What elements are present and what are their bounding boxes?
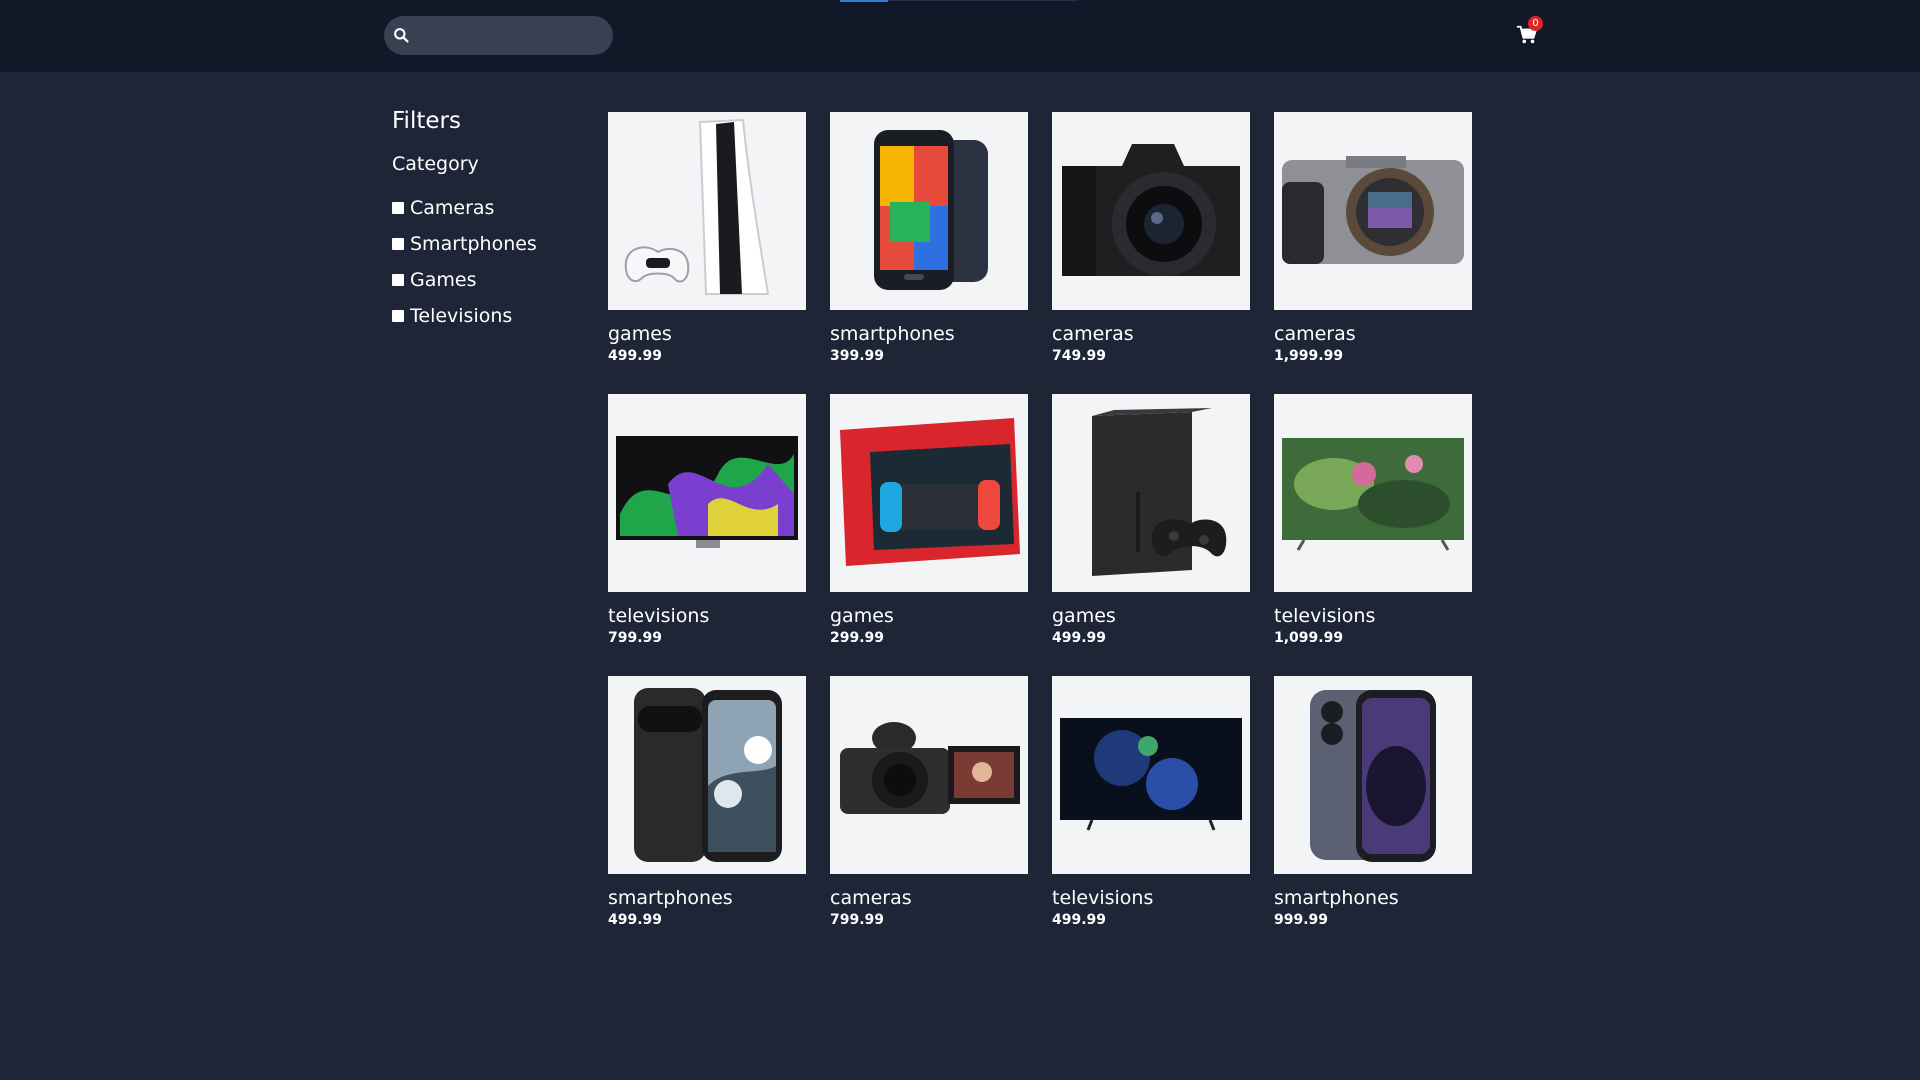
product-image[interactable] [1052,394,1250,592]
product-price: 1,099.99 [1274,630,1344,646]
product-category: cameras [1052,323,1134,345]
filter-games[interactable]: Games [392,262,592,298]
filter-checkbox[interactable] [392,274,404,286]
product-category: televisions [1052,887,1154,909]
product-card[interactable]: televisions 1,099.99 [1274,394,1472,676]
product-price: 999.99 [1274,912,1329,928]
category-filter-list: Cameras Smartphones Games Televisions [392,190,592,334]
filter-label: Games [410,269,477,291]
active-tab-indicator [840,0,888,2]
product-category: smartphones [1274,887,1399,909]
product-grid: games 499.99 smartphones 399.99 cameras … [608,112,1472,958]
product-image[interactable] [830,394,1028,592]
product-card[interactable]: smartphones 999.99 [1274,676,1472,958]
product-price: 499.99 [608,348,663,364]
product-category: games [1052,605,1116,627]
uhd-tv-icon [1282,438,1464,551]
category-title: Category [392,153,479,175]
product-category: televisions [608,605,710,627]
product-category: games [830,605,894,627]
filter-checkbox[interactable] [392,202,404,214]
product-category: cameras [1274,323,1356,345]
tab-track [888,0,1078,1]
product-price: 499.99 [608,912,663,928]
filter-label: Smartphones [410,233,537,255]
filter-label: Televisions [410,305,513,327]
product-card[interactable]: televisions 499.99 [1052,676,1250,958]
product-card[interactable]: games 499.99 [608,112,806,394]
filter-checkbox[interactable] [392,238,404,250]
product-image[interactable] [1052,112,1250,310]
product-price: 799.99 [830,912,885,928]
product-image[interactable] [1274,394,1472,592]
product-price: 399.99 [830,348,885,364]
console-black-icon [1092,408,1227,576]
product-price: 299.99 [830,630,885,646]
product-card[interactable]: cameras 799.99 [830,676,1028,958]
product-price: 499.99 [1052,912,1107,928]
handheld-console-icon [840,418,1020,566]
product-category: cameras [830,887,912,909]
product-category: smartphones [830,323,955,345]
filter-label: Cameras [410,197,495,219]
product-card[interactable]: televisions 799.99 [608,394,806,676]
product-image[interactable] [608,676,806,874]
product-card[interactable]: cameras 749.99 [1052,112,1250,394]
product-category: smartphones [608,887,733,909]
filters-panel: Filters Category Cameras Smartphones Gam… [392,104,592,334]
vlog-camera-icon [840,722,1020,814]
product-category: games [608,323,672,345]
filters-title: Filters [392,108,461,134]
smartphone-icon [874,130,988,290]
top-navbar: 0 [0,0,1920,72]
console-white-icon [624,118,770,295]
filter-checkbox[interactable] [392,310,404,322]
search-icon [394,28,409,43]
product-card[interactable]: smartphones 499.99 [608,676,806,958]
product-image[interactable] [830,676,1028,874]
product-image[interactable] [608,112,806,310]
product-price: 799.99 [608,630,663,646]
product-price: 499.99 [1052,630,1107,646]
product-image[interactable] [1274,112,1472,310]
product-card[interactable]: cameras 1,999.99 [1274,112,1472,394]
product-card[interactable]: smartphones 399.99 [830,112,1028,394]
search-bar[interactable] [384,16,613,55]
search-input[interactable] [418,16,608,55]
product-card[interactable]: games 499.99 [1052,394,1250,676]
product-price: 749.99 [1052,348,1107,364]
product-image[interactable] [1052,676,1250,874]
mirrorless-camera-icon [1282,156,1464,264]
product-price: 1,999.99 [1274,348,1344,364]
product-category: televisions [1274,605,1376,627]
product-image[interactable] [608,394,806,592]
product-card[interactable]: games 299.99 [830,394,1028,676]
filter-televisions[interactable]: Televisions [392,298,592,334]
dslr-camera-icon [1062,144,1240,276]
filter-cameras[interactable]: Cameras [392,190,592,226]
cart-count-badge: 0 [1528,16,1543,31]
fire-tv-icon [1060,718,1242,831]
filter-smartphones[interactable]: Smartphones [392,226,592,262]
smartphone-icon [634,688,782,862]
smartphone-icon [1310,690,1436,862]
oled-tv-icon [616,436,798,548]
product-image[interactable] [830,112,1028,310]
product-image[interactable] [1274,676,1472,874]
